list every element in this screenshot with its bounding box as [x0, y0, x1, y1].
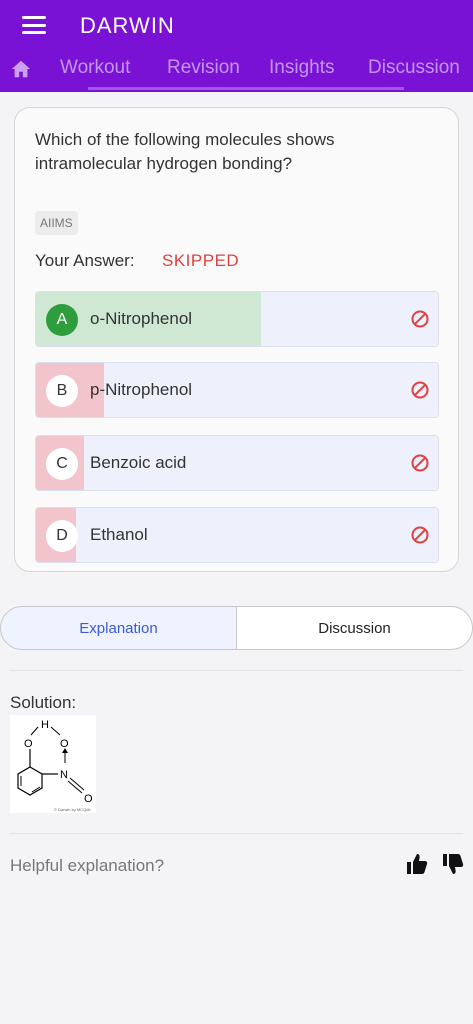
hamburger-menu-icon[interactable]	[22, 14, 46, 36]
exam-tag: AIIMS	[35, 211, 78, 235]
option-d[interactable]: D Ethanol	[35, 507, 439, 563]
skipped-ban-icon	[411, 526, 429, 544]
question-text: Which of the following molecules shows i…	[35, 130, 335, 173]
skipped-ban-icon	[411, 310, 429, 328]
tab-discussion[interactable]: Discussion	[368, 57, 460, 79]
option-a[interactable]: A o-Nitrophenol	[35, 291, 439, 347]
option-c-text: Benzoic acid	[90, 453, 187, 472]
tab-indicator	[88, 87, 404, 90]
o-nitrophenol-structure-image: H O O N O © Darwin by MCQdb	[10, 715, 96, 813]
skipped-ban-icon	[411, 454, 429, 472]
tab-revision[interactable]: Revision	[167, 57, 240, 79]
option-b[interactable]: B p-Nitrophenol	[35, 362, 439, 418]
option-b-letter: B	[46, 375, 78, 407]
answer-status: SKIPPED	[162, 251, 240, 270]
option-c[interactable]: C Benzoic acid	[35, 435, 439, 491]
question-card: Which of the following molecules shows i…	[14, 107, 459, 572]
atom-o-hydroxyl: O	[24, 738, 33, 750]
option-d-letter: D	[46, 520, 78, 552]
divider	[10, 833, 463, 834]
top-nav: Workout Revision Insights Discussion	[0, 50, 473, 88]
option-a-text: o-Nitrophenol	[90, 309, 193, 328]
atom-h: H	[41, 719, 49, 731]
option-c-letter: C	[46, 448, 78, 480]
discussion-tab[interactable]: Discussion	[236, 606, 473, 650]
thumbs-down-icon[interactable]	[441, 852, 465, 876]
home-icon[interactable]	[10, 58, 32, 80]
option-a-letter: A	[46, 304, 78, 336]
atom-o-double: O	[84, 793, 93, 805]
divider	[10, 670, 463, 671]
atom-n: N	[60, 769, 68, 781]
skipped-ban-icon	[411, 381, 429, 399]
option-d-text: Ethanol	[90, 525, 148, 544]
image-watermark: © Darwin by MCQdb	[54, 807, 92, 812]
thumbs-up-icon[interactable]	[405, 852, 429, 876]
tab-workout[interactable]: Workout	[60, 57, 130, 79]
tab-insights[interactable]: Insights	[269, 57, 334, 79]
your-answer-label: Your Answer:	[35, 251, 135, 270]
explanation-discussion-toggle: Explanation Discussion	[0, 606, 473, 650]
solution-label: Solution:	[10, 693, 77, 712]
option-b-text: p-Nitrophenol	[90, 380, 193, 399]
app-bar: DARWIN Workout Revision Insights Discuss…	[0, 0, 473, 92]
explanation-tab[interactable]: Explanation	[0, 606, 237, 650]
helpful-prompt: Helpful explanation?	[10, 856, 165, 875]
app-title: DARWIN	[80, 13, 175, 38]
atom-o-nitro: O	[60, 738, 69, 750]
